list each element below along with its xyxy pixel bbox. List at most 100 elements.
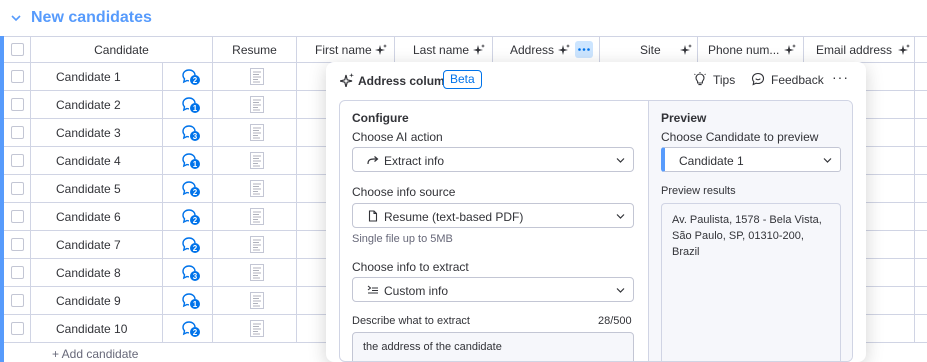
ai-sparkle-icon xyxy=(473,44,485,55)
feedback-button[interactable]: Feedback xyxy=(751,70,831,90)
updates-icon[interactable]: 2 xyxy=(181,68,201,86)
row-checkbox[interactable] xyxy=(11,210,24,223)
info-source-label: Choose info source xyxy=(352,185,456,199)
document-icon[interactable] xyxy=(250,180,264,197)
candidate-name[interactable]: Candidate 10 xyxy=(56,322,127,336)
header-candidate[interactable]: Candidate xyxy=(31,37,213,63)
ai-sparkle-icon xyxy=(558,44,570,55)
ai-sparkle-icon xyxy=(340,73,354,87)
preview-title: Preview xyxy=(661,111,707,125)
header-email[interactable]: Email address xyxy=(804,37,915,63)
info-source-value: Resume (text-based PDF) xyxy=(384,210,524,224)
preview-candidate-value: Candidate 1 xyxy=(679,154,744,168)
candidate-name[interactable]: Candidate 4 xyxy=(56,154,121,168)
document-icon[interactable] xyxy=(250,152,264,169)
ai-action-label: Choose AI action xyxy=(352,130,443,144)
candidate-name[interactable]: Candidate 9 xyxy=(56,294,121,308)
updates-icon[interactable]: 2 xyxy=(181,208,201,226)
updates-count: 2 xyxy=(193,188,198,197)
panel-body: Configure Choose AI action Extract info … xyxy=(339,100,853,362)
updates-count: 2 xyxy=(193,244,198,253)
panel-header: Address column Beta Tips Feedback ··· xyxy=(326,62,866,98)
preview-results-box: Av. Paulista, 1578 - Bela Vista, São Pau… xyxy=(661,203,841,361)
header-resume[interactable]: Resume xyxy=(213,37,297,63)
header-site-label: Site xyxy=(640,43,661,57)
updates-icon[interactable]: 1 xyxy=(181,96,201,114)
candidate-name[interactable]: Candidate 7 xyxy=(56,238,121,252)
document-icon[interactable] xyxy=(250,124,264,141)
more-icon xyxy=(578,48,590,51)
header-first-name[interactable]: First name xyxy=(297,37,395,63)
group-title[interactable]: New candidates xyxy=(31,9,152,27)
updates-icon[interactable]: 1 xyxy=(181,152,201,170)
header-address-label: Address xyxy=(510,43,555,57)
updates-icon[interactable]: 2 xyxy=(181,320,201,338)
candidate-name[interactable]: Candidate 6 xyxy=(56,210,121,224)
updates-icon[interactable]: 3 xyxy=(181,124,201,142)
document-icon[interactable] xyxy=(250,96,264,113)
updates-icon[interactable]: 1 xyxy=(181,292,201,310)
chevron-down-icon xyxy=(823,158,832,163)
row-checkbox[interactable] xyxy=(11,294,24,307)
row-checkbox[interactable] xyxy=(11,322,24,335)
preview-results-label: Preview results xyxy=(661,185,736,197)
group-header: New candidates xyxy=(0,0,927,36)
describe-count: 28/500 xyxy=(598,315,632,327)
info-extract-select[interactable]: Custom info xyxy=(352,277,634,302)
info-source-select[interactable]: Resume (text-based PDF) xyxy=(352,203,634,228)
updates-icon[interactable]: 2 xyxy=(181,180,201,198)
row-checkbox[interactable] xyxy=(11,98,24,111)
panel-title: Address column xyxy=(358,74,453,88)
updates-count: 1 xyxy=(193,160,198,169)
header-site[interactable]: Site xyxy=(600,37,698,63)
header-first-name-label: First name xyxy=(315,43,372,57)
chevron-down-icon xyxy=(616,288,625,293)
preview-candidate-select[interactable]: Candidate 1 xyxy=(661,147,841,172)
updates-count: 2 xyxy=(193,328,198,337)
updates-icon[interactable]: 3 xyxy=(181,264,201,282)
candidate-name[interactable]: Candidate 2 xyxy=(56,98,121,112)
preview-results-text: Av. Paulista, 1578 - Bela Vista, São Pau… xyxy=(672,214,822,258)
candidate-name[interactable]: Candidate 3 xyxy=(56,126,121,140)
document-icon[interactable] xyxy=(250,236,264,253)
document-icon[interactable] xyxy=(250,264,264,281)
row-checkbox[interactable] xyxy=(11,70,24,83)
panel-more-button[interactable]: ··· xyxy=(832,70,848,88)
header-address[interactable]: Address xyxy=(493,37,600,63)
row-checkbox[interactable] xyxy=(11,238,24,251)
document-icon[interactable] xyxy=(250,320,264,337)
row-checkbox[interactable] xyxy=(11,126,24,139)
candidate-name[interactable]: Candidate 8 xyxy=(56,266,121,280)
ai-action-select[interactable]: Extract info xyxy=(352,147,634,172)
lightbulb-icon xyxy=(694,72,706,86)
chevron-down-icon[interactable] xyxy=(10,12,22,24)
preview-choose-label: Choose Candidate to preview xyxy=(661,130,819,144)
arrow-right-icon xyxy=(367,156,379,165)
updates-count: 2 xyxy=(193,216,198,225)
ai-action-value: Extract info xyxy=(384,154,445,168)
preview-section: Preview Choose Candidate to preview Cand… xyxy=(648,101,852,361)
describe-textarea[interactable]: the address of the candidate xyxy=(352,332,634,361)
candidate-name[interactable]: Candidate 1 xyxy=(56,70,121,84)
document-icon[interactable] xyxy=(250,208,264,225)
updates-icon[interactable]: 2 xyxy=(181,236,201,254)
column-menu-button[interactable] xyxy=(575,41,593,58)
updates-count: 1 xyxy=(193,104,198,113)
select-all-checkbox[interactable] xyxy=(11,43,24,56)
header-select-all xyxy=(4,37,31,63)
header-email-label: Email address xyxy=(816,43,893,57)
updates-count: 1 xyxy=(193,300,198,309)
header-phone[interactable]: Phone num... xyxy=(698,37,804,63)
add-candidate-label[interactable]: + Add candidate xyxy=(52,347,138,361)
document-icon[interactable] xyxy=(250,292,264,309)
candidate-name[interactable]: Candidate 5 xyxy=(56,182,121,196)
file-icon xyxy=(368,210,378,222)
document-icon[interactable] xyxy=(250,68,264,85)
header-last-name[interactable]: Last name xyxy=(395,37,493,63)
ai-column-panel: Address column Beta Tips Feedback ··· Co… xyxy=(326,62,866,362)
feedback-icon xyxy=(751,72,765,86)
row-checkbox[interactable] xyxy=(11,182,24,195)
row-checkbox[interactable] xyxy=(11,266,24,279)
row-checkbox[interactable] xyxy=(11,154,24,167)
info-extract-label: Choose info to extract xyxy=(352,260,469,274)
